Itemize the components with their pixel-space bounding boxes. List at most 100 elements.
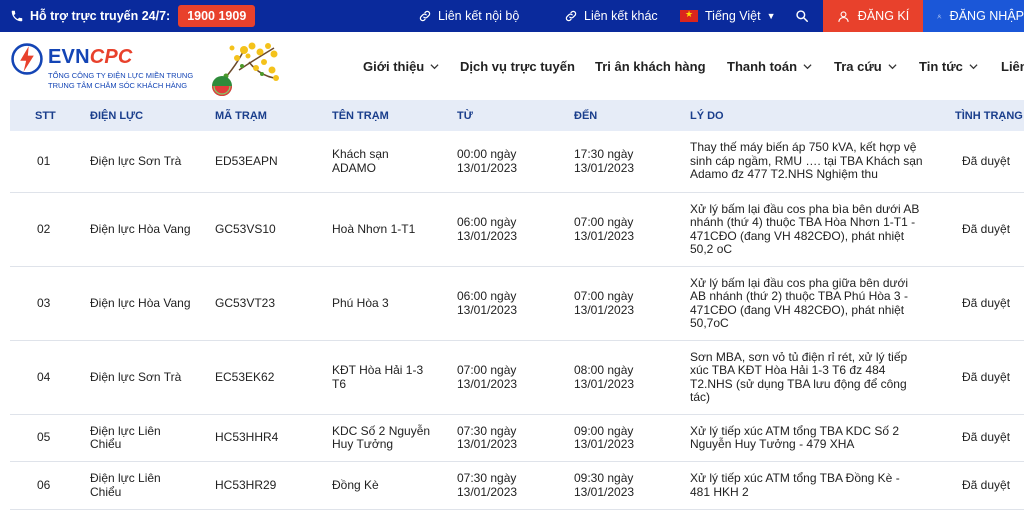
cell-dien-luc-line: Điện lực Hòa Vang (90, 295, 191, 310)
login-label: ĐĂNG NHẬP (949, 9, 1024, 23)
cell-dien-luc: Điện lực Sơn Trà (90, 131, 210, 192)
user-icon (838, 10, 849, 22)
nav-tra-cuu[interactable]: Tra cứu (834, 32, 897, 100)
site-header: EVNCPC TỔNG CÔNG TY ĐIỆN LỰC MIỀN TRUNG … (0, 32, 1024, 100)
cell-tu: 00:00 ngày 13/01/2023 (457, 131, 569, 192)
cell-ly-do: Xử lý bấm lại đầu cos pha giữa bên dưới A… (690, 267, 940, 340)
cell-ten-tram-line: Huy Tưởng (332, 437, 394, 451)
link-icon (419, 10, 431, 22)
cell-stt-text: 06 (37, 477, 51, 492)
phone-icon (11, 10, 23, 22)
logo-subtitle-company: TỔNG CÔNG TY ĐIỆN LỰC MIỀN TRUNG (48, 71, 194, 80)
cell-dien-luc-line: Chiểu (90, 484, 122, 499)
cell-ma-tram-text: GC53VT23 (215, 295, 276, 310)
vietnam-flag-icon (680, 9, 698, 22)
nav-gioi-thieu[interactable]: Giới thiệu (363, 32, 439, 100)
cell-den-line: 13/01/2023 (574, 160, 635, 175)
internal-link[interactable]: Liên kết nội bộ (418, 0, 519, 32)
search-button[interactable] (795, 0, 815, 32)
nav-label: Giới thiệu (363, 58, 425, 74)
nav-dich-vu-truc-tuyen[interactable]: Dịch vụ trực tuyến (460, 32, 575, 100)
cell-stt-text: 05 (37, 430, 51, 445)
cell-ly-do: Xử lý tiếp xúc ATM tổng TBA Đồng Kè -481… (690, 462, 940, 509)
hotline-badge[interactable]: 1900 1909 (178, 5, 256, 27)
language-select[interactable]: Tiếng Việt ▼ (680, 0, 776, 32)
cell-ten-tram: KDC Số 2 Nguyễn Huy Tưởng (332, 415, 452, 461)
cell-tu: 06:00 ngày 13/01/2023 (457, 193, 569, 266)
login-button[interactable]: ĐĂNG NHẬP (923, 0, 1024, 32)
nav-tin-tuc[interactable]: Tin tức (919, 32, 978, 100)
cell-ma-tram: HC53HR29 (215, 462, 325, 509)
nav-label: Dịch vụ trực tuyến (460, 58, 575, 74)
cell-ten-tram-line: T6 (332, 376, 347, 391)
cell-tinh-trang: Đã duyệt (962, 267, 1022, 340)
cell-dien-luc-line: Điện lực Sơn Trà (90, 153, 182, 168)
cell-ma-tram-text: HC53HHR4 (215, 430, 279, 445)
logo-subtitle-center: TRUNG TÂM CHĂM SÓC KHÁCH HÀNG (48, 81, 188, 90)
cell-tu-line: 13/01/2023 (457, 376, 518, 391)
cell-ly-do-line: tác) (690, 390, 711, 404)
cell-dien-luc-line: Điện lực Sơn Trà (90, 369, 182, 384)
cell-dien-luc-line: Điện lực Liên (90, 423, 161, 438)
cell-ly-do-line: 471CĐO (đang VH 482CĐO), phát nhiệt (690, 228, 905, 243)
cell-ly-do-line: Xử lý bấm lại đầu cos pha bìa bên dưới A… (690, 201, 920, 216)
cell-tu-line: 06:00 ngày (457, 289, 517, 303)
col-header-tu: TỪ (457, 109, 473, 122)
cell-ten-tram-line: Phú Hòa 3 (332, 295, 389, 310)
cell-tu: 07:30 ngày 13/01/2023 (457, 415, 569, 461)
col-header-ma-tram: MÃ TRẠM (215, 109, 267, 122)
cell-dien-luc: Điện lực Hòa Vang (90, 267, 210, 340)
cell-ly-do-line: Sơn MBA, sơn vỏ tủ điện rỉ rét, xử lý ti… (690, 349, 908, 364)
cell-stt: 02 (37, 193, 82, 266)
cell-ly-do-line: Xử lý tiếp xúc ATM tổng TBA KDC Số 2 (690, 423, 900, 438)
external-link[interactable]: Liên kết khác (564, 0, 658, 32)
cell-den: 07:00 ngày 13/01/2023 (574, 267, 686, 340)
cell-den: 09:30 ngày 13/01/2023 (574, 462, 686, 509)
cell-tu-line: 13/01/2023 (457, 160, 518, 175)
nav-lien-he[interactable]: Liên (1001, 32, 1024, 100)
tet-flowers-decoration (212, 42, 279, 96)
nav-tri-an-khach-hang[interactable]: Tri ân khách hàng (595, 32, 706, 100)
cell-tu-line: 07:30 ngày (457, 471, 517, 485)
col-header-ly-do: LÝ DO (690, 109, 724, 122)
register-button[interactable]: ĐĂNG KÍ (823, 0, 923, 32)
cell-stt: 03 (37, 267, 82, 340)
cell-tu-line: 07:00 ngày (457, 363, 517, 377)
cell-tu: 07:00 ngày 13/01/2023 (457, 341, 569, 414)
top-bar: Hỗ trợ trực truyến 24/7: 1900 1909 Liên … (0, 0, 1024, 32)
table-row: 05 Điện lực Liên Chiểu HC53HHR4 KDC Số 2 Ngu… (10, 415, 1024, 462)
cell-den: 09:00 ngày 13/01/2023 (574, 415, 686, 461)
register-label: ĐĂNG KÍ (857, 9, 910, 23)
cell-tinh-trang-text: Đã duyệt (962, 369, 1011, 384)
cell-ma-tram: ED53EAPN (215, 131, 325, 192)
cell-tu: 07:30 ngày 13/01/2023 (457, 462, 569, 509)
cell-tu-line: 07:30 ngày (457, 423, 517, 438)
nav-label: Thanh toán (727, 58, 798, 74)
chevron-down-icon (803, 63, 812, 69)
nav-thanh-toan[interactable]: Thanh toán (727, 32, 812, 100)
cell-ten-tram-line: Khách sạn (332, 147, 389, 161)
cell-ten-tram: Hoà Nhơn 1-T1 (332, 193, 452, 266)
table-header: STT ĐIỆN LỰC MÃ TRẠM TÊN TRẠM TỪ ĐẾN LÝ … (10, 100, 1024, 131)
cell-tinh-trang-text: Đã duyệt (962, 477, 1011, 492)
cell-tu-line: 13/01/2023 (457, 437, 518, 451)
chevron-down-icon (969, 63, 978, 69)
support-info: Hỗ trợ trực truyến 24/7: 1900 1909 (10, 0, 256, 32)
cell-tinh-trang-text: Đã duyệt (962, 221, 1011, 236)
search-icon (796, 10, 808, 22)
user-icon (937, 14, 942, 18)
cell-ly-do-line: Thay thế máy biến áp 750 kVA, kết hợp vệ (690, 140, 917, 155)
table-row: 02 Điện lực Hòa Vang GC53VS10 Hoà Nhơn 1-T1… (10, 193, 1024, 267)
cell-ten-tram-line: ADAMO (332, 160, 377, 175)
cell-ten-tram-line: KDC Số 2 Nguyễn (332, 423, 431, 438)
evncpc-logo[interactable]: EVNCPC TỔNG CÔNG TY ĐIỆN LỰC MIỀN TRUNG … (10, 40, 210, 96)
cell-ly-do: Xử lý bấm lại đầu cos pha bìa bên dưới A… (690, 193, 940, 266)
cell-stt: 05 (37, 415, 82, 461)
cell-dien-luc: Điện lực Hòa Vang (90, 193, 210, 266)
cell-den-line: 17:30 ngày (574, 147, 634, 161)
cell-ly-do-line: AB nhánh (thứ 2) thuộc TBA Phú Hòa 3 - (690, 289, 908, 303)
evn-logo-icon (11, 43, 43, 75)
language-label: Tiếng Việt (705, 9, 761, 23)
external-link-label: Liên kết khác (584, 9, 658, 23)
cell-ly-do-line: Adamo đz 477 T2.NHS Nghiệm thu (690, 167, 878, 182)
